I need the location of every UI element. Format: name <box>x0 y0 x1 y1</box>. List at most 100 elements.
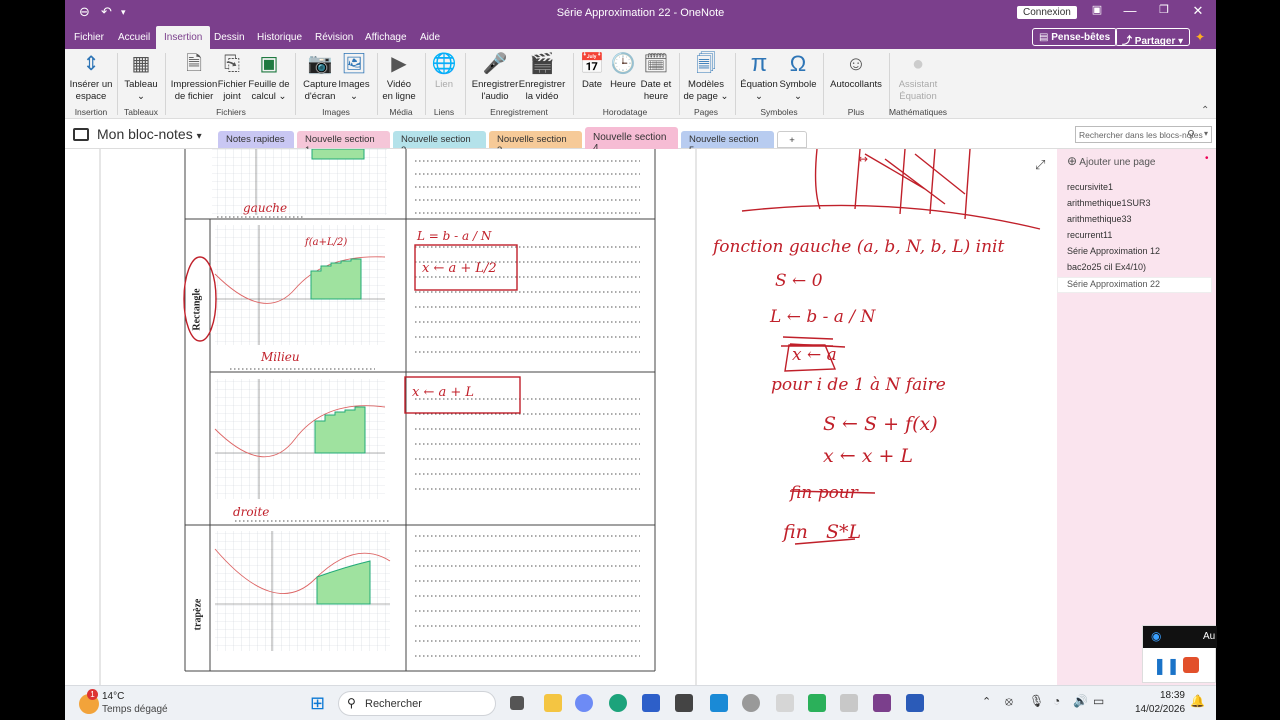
separator <box>295 53 296 115</box>
edge-icon[interactable] <box>609 694 627 712</box>
row-label-trapeze: trapèze <box>185 589 210 639</box>
menu-historique[interactable]: Historique <box>257 32 302 43</box>
add-section-button[interactable]: + <box>777 131 807 148</box>
equation-assistant-icon: ● <box>911 53 925 75</box>
page-canvas[interactable]: ↔ ⤢ Rectangle trapèze gauche f(a+L/2) Mi… <box>65 149 1057 685</box>
battery-icon[interactable]: ▭ <box>1093 694 1104 708</box>
volume-icon[interactable]: 🔊 <box>1073 694 1088 708</box>
section-tab-5[interactable]: Nouvelle section 5 <box>681 131 774 156</box>
onenote-icon[interactable] <box>873 694 891 712</box>
settings-icon[interactable] <box>742 694 760 712</box>
ribbon-display-icon[interactable]: ▣ <box>1082 3 1112 16</box>
copilot-icon[interactable] <box>575 694 593 712</box>
symbole-button[interactable]: Ω Symbole ⌄ <box>779 51 817 103</box>
section-tab-1[interactable]: Nouvelle section 1 <box>297 131 390 156</box>
separator <box>679 53 680 115</box>
enregistrer-audio-button[interactable]: 🎤 Enregistrer l'audio <box>469 51 521 103</box>
collapse-ribbon-icon[interactable]: ⌃ <box>1201 105 1209 116</box>
ink-x-init: x ← a <box>792 345 837 365</box>
autocollants-button[interactable]: ☺ Autocollants <box>827 51 885 91</box>
date-button[interactable]: 📅 Date <box>577 51 607 91</box>
ink-x-update: x ← x + L <box>823 445 914 467</box>
impression-button[interactable]: 🗎 Impression de fichier <box>169 51 219 103</box>
capture-button[interactable]: 📷 Capture d'écran <box>299 51 341 103</box>
section-tab-notes-rapides[interactable]: Notes rapides <box>218 131 294 148</box>
partager-label: Partager <box>1134 36 1176 47</box>
tableau-button[interactable]: ▦ Tableau ⌄ <box>121 51 161 103</box>
menu-accueil[interactable]: Accueil <box>118 32 150 43</box>
app-icon[interactable] <box>776 694 794 712</box>
page-item[interactable]: Série Approximation 12 <box>1067 246 1160 256</box>
menu-insertion[interactable]: Insertion <box>156 26 211 49</box>
equation-button[interactable]: π Équation ⌄ <box>739 51 779 103</box>
picture-icon: 🖼 <box>341 53 367 75</box>
windows-start-icon[interactable]: ⊞ <box>310 694 325 712</box>
file-explorer-icon[interactable] <box>544 694 562 712</box>
word-icon[interactable] <box>906 694 924 712</box>
menu-dessin[interactable]: Dessin <box>214 32 245 43</box>
search-notebooks-input[interactable]: Rechercher dans les blocs-notes ⚲ ▾ <box>1075 126 1212 143</box>
network-icon[interactable]: ⦻ <box>1005 694 1013 709</box>
date-heure-button[interactable]: 🗓 Date et heure <box>639 51 673 103</box>
sparkle-icon[interactable]: ✦ <box>1195 30 1205 44</box>
panel-pin-icon[interactable]: • <box>1205 153 1209 164</box>
restore-icon[interactable]: ❐ <box>1149 3 1179 16</box>
taskbar-search[interactable]: ⚲ Rechercher <box>338 691 496 716</box>
enregistrer-video-button[interactable]: 🎬 Enregistrer la vidéo <box>517 51 567 103</box>
wifi-icon[interactable]: ◔ <box>1053 694 1060 708</box>
separator <box>425 53 426 115</box>
connexion-button[interactable]: Connexion <box>1017 6 1077 19</box>
separator <box>465 53 466 115</box>
partager-button[interactable]: ⤴ Partager ▾ <box>1115 28 1191 47</box>
feuille-calcul-button[interactable]: ▣ Feuille de calcul ⌄ <box>248 51 290 103</box>
app-icon[interactable] <box>710 694 728 712</box>
weather-temp: 14°C <box>102 691 125 702</box>
task-view-icon[interactable] <box>510 696 524 710</box>
section-tab-4[interactable]: Nouvelle section 4 <box>585 127 678 154</box>
page-item[interactable]: bac2o25 cil Ex4/10) <box>1067 262 1146 272</box>
mic-icon[interactable]: 🎙 <box>1029 694 1044 708</box>
plus-circle-icon: ⊕ <box>1067 154 1078 168</box>
notebook-picker[interactable]: Mon bloc-notes ▾ <box>97 126 202 142</box>
modeles-button[interactable]: 🗐 Modèles de page ⌄ <box>683 51 729 103</box>
pause-icon[interactable]: ❚❚ <box>1153 656 1180 676</box>
menu-fichier[interactable]: Fichier <box>74 32 104 43</box>
video-button[interactable]: ▶ Vidéo en ligne <box>381 51 417 103</box>
app-icon[interactable] <box>808 694 826 712</box>
page-item[interactable]: recurrent11 <box>1067 230 1112 240</box>
inserer-espace-button[interactable]: ⇕ Insérer un espace <box>69 51 113 103</box>
minimize-icon[interactable]: — <box>1115 3 1145 18</box>
menu-revision[interactable]: Révision <box>315 32 353 43</box>
chevron-down-icon: ▾ <box>1203 129 1208 138</box>
add-page-button[interactable]: ⊕ Ajouter une page <box>1067 154 1155 168</box>
page-item[interactable]: arithmethique1SUR3 <box>1067 198 1151 208</box>
separator <box>889 53 890 115</box>
store-icon[interactable] <box>642 694 660 712</box>
stop-icon[interactable] <box>1183 657 1199 673</box>
notification-icon[interactable]: 🔔 <box>1190 694 1205 708</box>
autocollants-label: Autocollants <box>830 79 882 90</box>
fichier-joint-button[interactable]: ⎘ Fichier joint <box>217 51 247 103</box>
pense-betes-button[interactable]: ▤ Pense-bêtes <box>1032 28 1118 46</box>
group-tableaux: Tableaux <box>123 107 159 117</box>
lien-button[interactable]: 🌐 Lien <box>429 51 459 91</box>
menu-affichage[interactable]: Affichage <box>365 32 407 43</box>
record-video-icon: 🎬 <box>529 53 555 75</box>
assistant-equation-button[interactable]: ● Assistant Équation <box>893 51 943 103</box>
app-icon[interactable] <box>675 694 693 712</box>
chevron-up-icon[interactable]: ⌃ <box>982 695 991 708</box>
pense-betes-label: Pense-bêtes <box>1051 32 1111 43</box>
heure-button[interactable]: 🕒 Heure <box>608 51 638 91</box>
page-item[interactable]: recursivite1 <box>1067 182 1113 192</box>
lien-label: Lien <box>435 79 453 90</box>
page-item-selected[interactable]: Série Approximation 22 <box>1067 279 1160 289</box>
page-item[interactable]: arithmethique33 <box>1067 214 1132 224</box>
app-icon[interactable] <box>840 694 858 712</box>
section-tab-3[interactable]: Nouvelle section 3 <box>489 131 582 156</box>
section-tab-2[interactable]: Nouvelle section 2 <box>393 131 486 156</box>
images-button[interactable]: 🖼 Images ⌄ <box>337 51 371 103</box>
clock-date[interactable]: 14/02/2026 <box>1135 704 1185 715</box>
close-icon[interactable]: ✕ <box>1183 3 1213 19</box>
menu-aide[interactable]: Aide <box>420 32 440 43</box>
clock-time[interactable]: 18:39 <box>1141 690 1185 701</box>
